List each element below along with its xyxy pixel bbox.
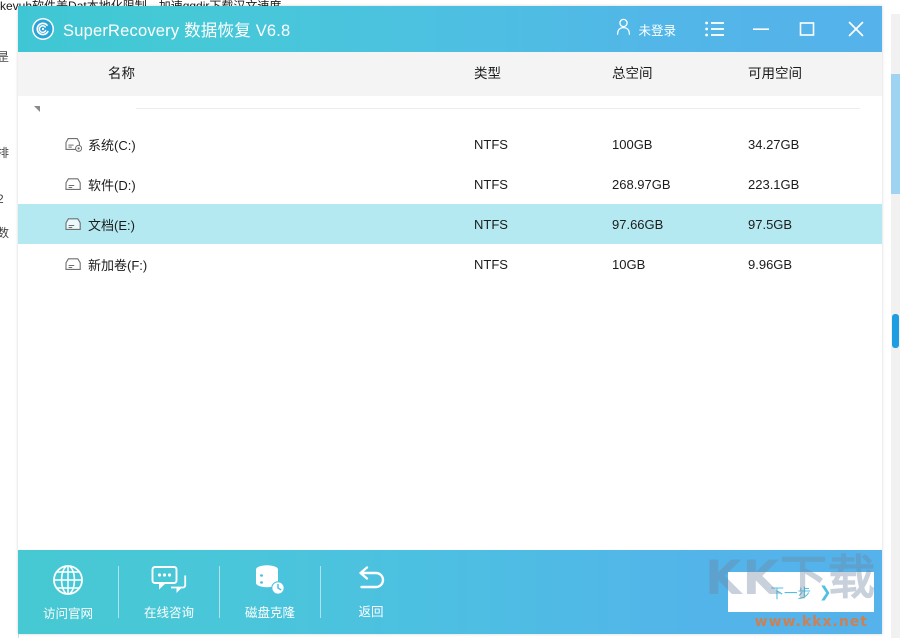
empty-list-area (18, 284, 882, 489)
user-icon (616, 18, 631, 40)
column-header-name[interactable]: 名称 (108, 52, 135, 96)
chevron-right-icon: ❯ (818, 583, 832, 601)
tool-label: 磁盘克隆 (244, 605, 295, 620)
underlying-glyph: 排 (0, 144, 9, 161)
collapse-triangle-icon[interactable] (34, 106, 40, 112)
disk-icon (64, 177, 82, 191)
app-title: SuperRecovery 数据恢复 V6.8 (63, 22, 291, 40)
back-button[interactable]: 返回 (321, 550, 421, 634)
table-header: 名称 类型 总空间 可用空间 (18, 52, 882, 96)
next-step-label: 下一步 (770, 586, 811, 601)
table-row[interactable]: 软件(D:) NTFS 268.97GB 223.1GB (18, 164, 882, 204)
drive-name: 新加卷(F:) (88, 257, 148, 273)
column-header-type[interactable]: 类型 (474, 52, 501, 96)
table-row[interactable]: 系统(C:) NTFS 100GB 34.27GB (18, 124, 882, 164)
group-separator (136, 108, 860, 109)
tool-label: 返回 (358, 604, 384, 619)
drive-free: 223.1GB (748, 176, 800, 192)
maximize-icon[interactable] (784, 6, 830, 52)
title-bar-controls: 未登录 (608, 6, 882, 52)
disk-icon (64, 257, 82, 271)
online-consult-button[interactable]: 在线咨询 (119, 550, 219, 634)
underlying-glyph: 数 (0, 224, 9, 241)
app-window: SuperRecovery 数据恢复 V6.8 未登录 名称 类型 总空间 可用… (18, 6, 882, 634)
account-label: 未登录 (638, 23, 676, 38)
tool-label: 访问官网 (42, 606, 93, 621)
drive-total: 97.66GB (612, 216, 664, 232)
bottom-toolbar: 访问官网 在线咨询 磁盘克隆 返回 下一步 ❯ (18, 550, 882, 634)
list-menu-icon[interactable] (692, 6, 738, 52)
column-header-free[interactable]: 可用空间 (748, 52, 802, 96)
visit-website-button[interactable]: 访问官网 (18, 550, 118, 634)
account-button[interactable]: 未登录 (608, 6, 692, 52)
drive-name: 系统(C:) (88, 137, 136, 153)
scrollbar-segment (891, 74, 900, 194)
disk-clone-icon (253, 564, 287, 596)
drive-type: NTFS (474, 216, 508, 232)
tool-label: 在线咨询 (143, 605, 194, 620)
group-row (18, 96, 882, 124)
disk-clone-button[interactable]: 磁盘克隆 (220, 550, 320, 634)
drive-free: 34.27GB (748, 136, 800, 152)
underlying-page-left-column: 昰 排 2 数 (0, 14, 19, 638)
drive-name: 文档(E:) (88, 217, 135, 233)
close-icon[interactable] (830, 6, 882, 52)
drive-name: 软件(D:) (88, 177, 136, 193)
spiral-logo-icon (32, 18, 54, 40)
drive-table-body: 系统(C:) NTFS 100GB 34.27GB 软件(D:) NTFS 26… (18, 124, 882, 284)
table-row[interactable]: 新加卷(F:) NTFS 10GB 9.96GB (18, 244, 882, 284)
drive-type: NTFS (474, 256, 508, 272)
drive-free: 9.96GB (748, 256, 793, 272)
drive-type: NTFS (474, 176, 508, 192)
back-arrow-icon (354, 565, 388, 595)
next-step-button[interactable]: 下一步 ❯ (728, 572, 874, 612)
chat-bubble-icon (151, 564, 187, 596)
title-bar: SuperRecovery 数据恢复 V6.8 未登录 (18, 6, 882, 52)
underlying-glyph: 2 (0, 192, 4, 206)
globe-icon (51, 563, 85, 597)
underlying-page-scrollbar[interactable] (891, 14, 900, 638)
table-row-selected[interactable]: 文档(E:) NTFS 97.66GB 97.5GB (18, 204, 882, 244)
drive-total: 268.97GB (612, 176, 671, 192)
scrollbar-thumb[interactable] (892, 314, 899, 348)
drive-type: NTFS (474, 136, 508, 152)
drive-total: 100GB (612, 136, 653, 152)
minimize-icon[interactable] (738, 6, 784, 52)
system-disk-icon (64, 137, 83, 152)
disk-icon (64, 217, 82, 231)
underlying-glyph: 昰 (0, 48, 9, 65)
column-header-total[interactable]: 总空间 (612, 52, 653, 96)
drive-free: 97.5GB (748, 216, 793, 232)
drive-total: 10GB (612, 256, 646, 272)
